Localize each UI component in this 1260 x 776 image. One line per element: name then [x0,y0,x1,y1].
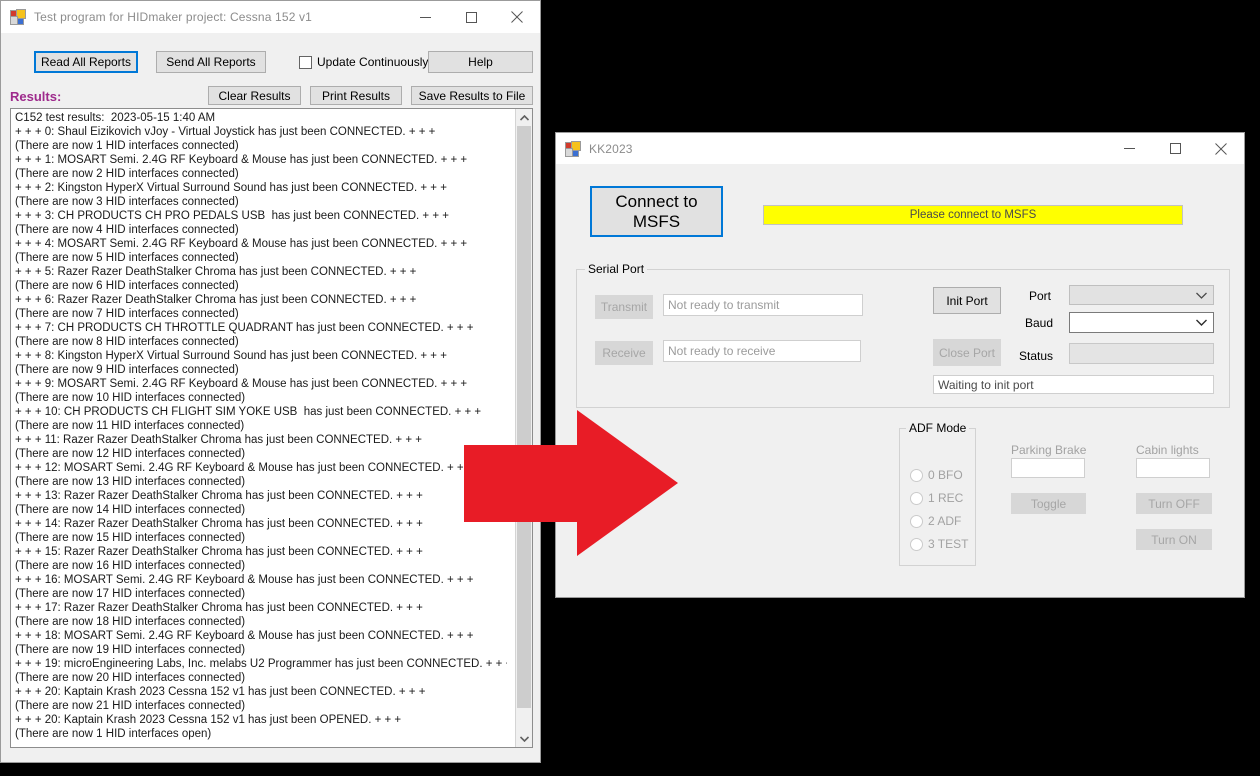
print-results-button[interactable]: Print Results [310,86,402,105]
serial-port-group-title: Serial Port [585,262,648,276]
results-text: C152 test results: 2023-05-15 1:40 AM + … [15,112,507,740]
close-icon[interactable] [494,2,540,32]
adf-radio-label: 2 ADF [928,514,962,528]
close-icon[interactable] [1198,134,1244,164]
adf-radio-label: 0 BFO [928,468,963,482]
adf-radio-0-bfo[interactable]: 0 BFO [910,468,963,482]
update-continuously-label: Update Continuously [317,55,429,69]
chevron-down-icon [1196,319,1207,326]
right-arrow-icon [464,410,678,556]
chevron-down-icon [1196,292,1207,299]
transmit-status-field: Not ready to transmit [663,294,863,316]
window2-title: KK2023 [589,141,633,156]
scroll-down-icon[interactable] [516,730,532,747]
hidmaker-test-window: Test program for HIDmaker project: Cessn… [0,0,541,763]
receive-button[interactable]: Receive [595,341,653,365]
radio-dot-icon [910,514,923,528]
adf-radio-1-rec[interactable]: 1 REC [910,491,963,505]
cabin-lights-field [1136,458,1210,478]
maximize-icon[interactable] [448,2,494,32]
adf-radio-3-test[interactable]: 3 TEST [910,537,968,551]
port-combobox[interactable] [1069,285,1214,305]
parking-brake-toggle-button[interactable]: Toggle [1011,493,1086,514]
app-icon [10,9,26,25]
cabin-lights-turn-on-button[interactable]: Turn ON [1136,529,1212,550]
save-results-to-file-button[interactable]: Save Results to File [411,86,533,105]
cabin-lights-turn-off-button[interactable]: Turn OFF [1136,493,1212,514]
cabin-lights-label: Cabin lights [1136,443,1199,457]
port-label: Port [1029,289,1052,303]
receive-status-field: Not ready to receive [663,340,861,362]
serial-port-group: Serial Port Transmit Not ready to transm… [576,262,1230,408]
adf-radio-label: 3 TEST [928,537,969,551]
window2-titlebar[interactable]: KK2023 [556,133,1244,164]
update-continuously-checkbox[interactable] [299,56,312,69]
window1-titlebar[interactable]: Test program for HIDmaker project: Cessn… [1,1,540,33]
adf-mode-group-title: ADF Mode [906,421,970,435]
adf-radio-2-adf[interactable]: 2 ADF [910,514,961,528]
minimize-icon[interactable] [402,2,448,32]
adf-radio-label: 1 REC [928,491,964,505]
radio-dot-icon [910,537,923,551]
results-label: Results: [10,89,62,104]
init-port-button[interactable]: Init Port [933,287,1001,314]
clear-results-button[interactable]: Clear Results [208,86,301,105]
adf-mode-group: ADF Mode 0 BFO 1 REC 2 ADF 3 TEST [899,421,976,566]
minimize-icon[interactable] [1106,134,1152,164]
app-icon [565,140,581,157]
radio-dot-icon [910,468,923,482]
scroll-up-icon[interactable] [516,109,532,126]
parking-brake-field [1011,458,1085,478]
parking-brake-label: Parking Brake [1011,443,1087,457]
window1-title: Test program for HIDmaker project: Cessn… [34,10,312,24]
results-textarea[interactable]: C152 test results: 2023-05-15 1:40 AM + … [10,108,533,748]
radio-dot-icon [910,491,923,505]
msfs-status-banner: Please connect to MSFS [763,205,1183,225]
waiting-to-init-port-field: Waiting to init port [933,375,1214,394]
baud-combobox[interactable] [1069,312,1214,333]
status-label: Status [1019,349,1054,363]
help-button[interactable]: Help [428,51,533,73]
read-all-reports-button[interactable]: Read All Reports [34,51,138,73]
maximize-icon[interactable] [1152,134,1198,164]
baud-label: Baud [1025,316,1054,330]
send-all-reports-button[interactable]: Send All Reports [156,51,266,73]
port-status-field [1069,343,1214,364]
transmit-button[interactable]: Transmit [595,295,653,319]
connect-to-msfs-button[interactable]: Connect to MSFS [590,186,723,237]
close-port-button[interactable]: Close Port [933,339,1001,366]
